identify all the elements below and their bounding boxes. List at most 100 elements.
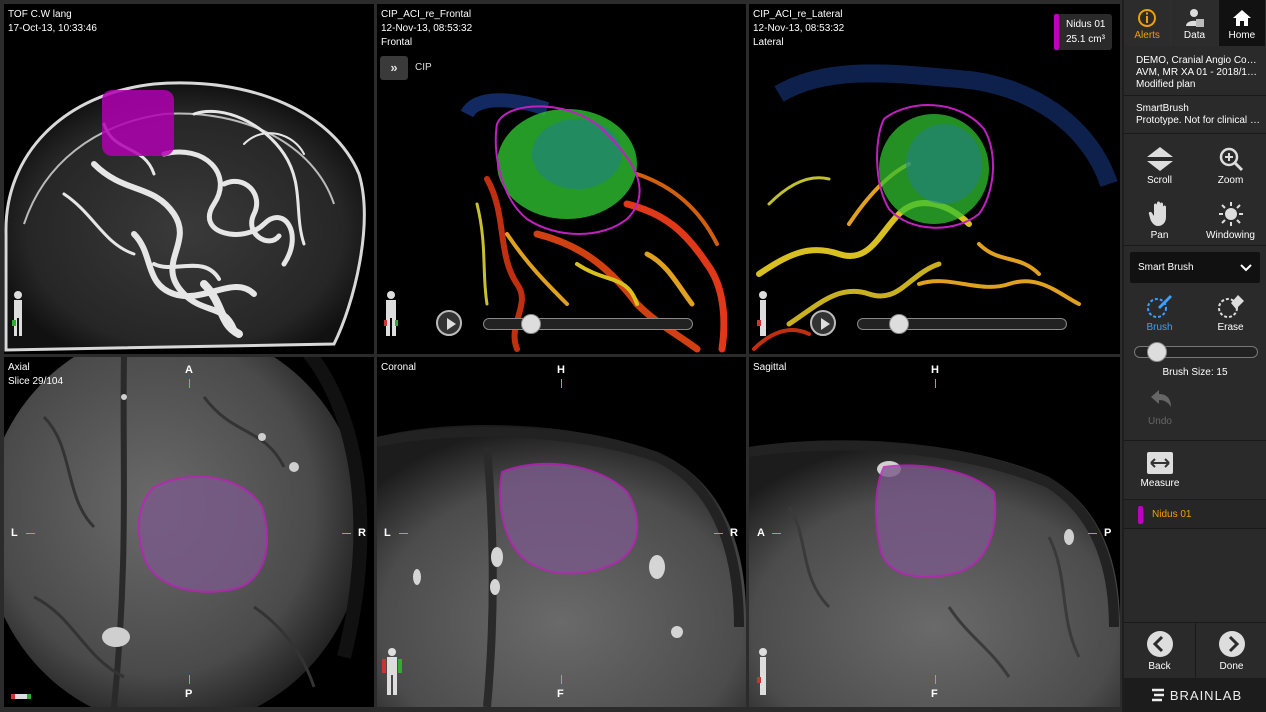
view-name: Axial	[8, 362, 30, 373]
info-icon	[1138, 9, 1157, 27]
axial-mri-image	[4, 357, 368, 707]
cine-slider[interactable]	[483, 318, 693, 330]
top-tabs: Alerts Data Home	[1124, 0, 1266, 46]
object-list-item[interactable]: Nidus 01	[1124, 499, 1266, 529]
pan-button[interactable]: Pan	[1124, 193, 1195, 248]
slice-number: Slice 29/104	[8, 376, 64, 387]
plan-patient: DEMO, Cranial Angio Conto...	[1136, 55, 1260, 66]
view-tools: Scroll Zoom Pan Windowing	[1124, 134, 1266, 246]
tab-data[interactable]: Data	[1171, 0, 1219, 46]
back-label: Back	[1148, 660, 1171, 672]
erase-button[interactable]: Erase	[1195, 285, 1266, 340]
orientation-tick	[189, 379, 190, 388]
plan-dataset: AVM, MR XA 01 - 2018/10/31	[1136, 67, 1260, 78]
brush-icon	[1146, 294, 1172, 318]
pan-label: Pan	[1150, 229, 1169, 241]
viewer-area: TOF C.W lang 17-Oct-13, 10:33:46 CIP_ACI…	[0, 0, 1122, 712]
tab-alerts[interactable]: Alerts	[1124, 0, 1172, 46]
view-name: Coronal	[381, 362, 417, 373]
orientation-figure-icon	[382, 648, 402, 695]
orientation-tick	[342, 533, 351, 534]
series-date: 12-Nov-13, 08:53:32	[753, 23, 845, 34]
projection-label: Frontal	[381, 37, 413, 48]
brush-size-knob[interactable]	[1147, 342, 1168, 362]
play-button[interactable]	[810, 310, 836, 336]
viewport-axial[interactable]: Axial Slice 29/104 A P L R	[4, 357, 374, 707]
tab-home[interactable]: Home	[1218, 0, 1266, 46]
zoom-button[interactable]: Zoom	[1195, 138, 1266, 193]
orientation-left: A	[757, 527, 765, 539]
frontal-angiography-image	[460, 93, 728, 353]
play-button[interactable]	[436, 310, 462, 336]
expand-button[interactable]: »	[380, 56, 408, 80]
fast-forward-icon: »	[390, 60, 398, 75]
tool-mode-dropdown[interactable]: Smart Brush	[1130, 252, 1260, 283]
nidus-badge-volume: 25.1 cm³	[1066, 34, 1105, 45]
plan-info: DEMO, Cranial Angio Conto... AVM, MR XA …	[1124, 46, 1266, 96]
eraser-icon	[1217, 294, 1244, 318]
tool-note-title: SmartBrush	[1136, 103, 1189, 114]
orientation-bottom: F	[557, 688, 564, 700]
orientation-right: R	[730, 527, 738, 539]
cine-slider-knob[interactable]	[521, 314, 541, 334]
done-button[interactable]: Done	[1196, 623, 1266, 678]
series-date: 17-Oct-13, 10:33:46	[8, 23, 97, 34]
home-icon	[1232, 10, 1251, 26]
erase-label: Erase	[1217, 321, 1244, 333]
tof-angiography-image	[4, 81, 366, 352]
undo-icon	[1151, 390, 1171, 407]
viewport-info: CIP_ACI_re_Frontal 12-Nov-13, 08:53:32 F…	[381, 8, 472, 50]
measure-label: Measure	[1140, 478, 1180, 489]
scroll-button[interactable]: Scroll	[1124, 138, 1195, 193]
sidebar: Alerts Data Home DEMO, Cranial Angio Con…	[1122, 0, 1266, 712]
series-name: CIP_ACI_re_Lateral	[753, 9, 843, 20]
orientation-right: P	[1104, 527, 1112, 539]
measure-icon	[1147, 452, 1173, 474]
lateral-angiography-image	[752, 64, 1118, 351]
done-label: Done	[1219, 660, 1244, 672]
brand-text: BRAINLAB	[1169, 687, 1243, 703]
orientation-left: L	[384, 527, 391, 539]
viewport-coronal[interactable]: Coronal H F L R	[377, 357, 746, 707]
viewport-tof-3d[interactable]: TOF C.W lang 17-Oct-13, 10:33:46	[4, 4, 374, 354]
projection-label: Lateral	[753, 37, 784, 48]
nidus-badge-name: Nidus 01	[1066, 19, 1106, 30]
viewport-sagittal[interactable]: Sagittal H F A P	[749, 357, 1120, 707]
view-name: Sagittal	[753, 362, 787, 373]
orientation-figure-icon	[757, 291, 767, 336]
orientation-right: R	[358, 527, 366, 539]
undo-label: Undo	[1148, 416, 1172, 427]
scroll-label: Scroll	[1146, 174, 1172, 186]
cip-label: CIP	[415, 62, 432, 73]
tab-data-label: Data	[1183, 30, 1206, 41]
orientation-tick	[1088, 533, 1097, 534]
zoom-icon	[1219, 147, 1243, 171]
orientation-tick	[561, 675, 562, 684]
series-name: CIP_ACI_re_Frontal	[381, 9, 472, 20]
orientation-figure-icon	[384, 291, 398, 336]
viewport-frontal[interactable]: CIP_ACI_re_Frontal 12-Nov-13, 08:53:32 F…	[377, 4, 746, 354]
coronal-mri-image	[377, 425, 746, 707]
sagittal-mri-image	[749, 440, 1120, 707]
orientation-figure-icon	[12, 291, 22, 336]
back-arrow-icon	[1146, 630, 1173, 657]
tab-home-label: Home	[1228, 30, 1256, 41]
viewport-info: Axial Slice 29/104	[8, 361, 63, 389]
orientation-tick	[772, 533, 781, 534]
hand-icon	[1148, 201, 1166, 226]
forward-arrow-icon	[1218, 630, 1245, 657]
brush-button[interactable]: Brush	[1124, 285, 1195, 340]
brush-size-slider[interactable]	[1134, 342, 1258, 362]
viewport-lateral[interactable]: CIP_ACI_re_Lateral 12-Nov-13, 08:53:32 L…	[749, 4, 1120, 354]
brush-size-label: Brush Size: 15	[1162, 367, 1228, 378]
undo-button[interactable]: Undo	[1124, 378, 1196, 438]
measure-button[interactable]: Measure	[1124, 441, 1196, 499]
orientation-bottom: P	[185, 688, 193, 700]
orientation-figure-icon	[757, 648, 767, 695]
orientation-tick	[714, 533, 723, 534]
back-button[interactable]: Back	[1124, 623, 1196, 678]
nidus-volume-badge[interactable]: Nidus 01 25.1 cm³	[1054, 14, 1112, 50]
orientation-tick	[189, 675, 190, 684]
orientation-tick	[561, 379, 562, 388]
windowing-button[interactable]: Windowing	[1195, 193, 1266, 248]
